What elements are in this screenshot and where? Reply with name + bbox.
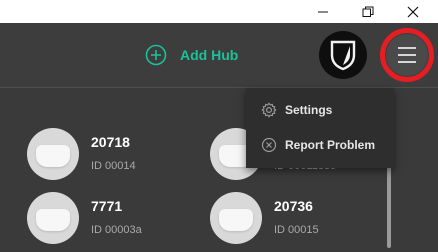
hub-id: ID 00015 [274, 224, 319, 236]
close-icon [407, 6, 419, 17]
hub-name: 20736 [274, 198, 313, 214]
close-button[interactable] [393, 0, 433, 23]
hub-device-icon [36, 145, 70, 167]
hub-item[interactable]: 20736 ID 00015 [210, 192, 360, 244]
circle-x-icon [261, 137, 277, 153]
menu-item-settings[interactable]: Settings [246, 93, 394, 127]
hamburger-menu-button[interactable] [386, 34, 428, 76]
hub-id: ID 00003a [91, 224, 142, 236]
hub-device-icon [36, 209, 70, 231]
menu-item-report-problem[interactable]: Report Problem [246, 128, 394, 162]
hub-item[interactable]: 20718 ID 00014 [27, 128, 177, 180]
account-shield-button[interactable] [319, 31, 367, 79]
hub-avatar [27, 128, 79, 180]
add-hub-button[interactable]: Add Hub [145, 43, 238, 67]
add-hub-label: Add Hub [180, 47, 239, 63]
minimize-icon [318, 11, 328, 12]
hub-name: 20718 [91, 134, 130, 150]
menu-item-label: Settings [285, 103, 333, 117]
menu-item-label: Report Problem [285, 138, 376, 152]
window-titlebar [0, 0, 438, 23]
hamburger-icon [398, 47, 416, 49]
hamburger-icon-bar [398, 61, 416, 63]
header-dropdown-menu: Settings Report Problem [246, 88, 394, 168]
hub-avatar [27, 192, 79, 244]
hub-device-icon [219, 209, 253, 231]
app-header: Add Hub [0, 23, 438, 88]
hub-item[interactable]: 7771 ID 00003a [27, 192, 177, 244]
shield-logo-icon [330, 40, 356, 71]
plus-circle-icon [145, 44, 167, 66]
minimize-button[interactable] [303, 0, 343, 23]
gear-icon [261, 102, 277, 118]
hamburger-icon-bar [398, 54, 416, 56]
hub-name: 7771 [91, 198, 123, 214]
hub-avatar [210, 192, 262, 244]
restore-button[interactable] [348, 0, 388, 23]
hub-id: ID 00014 [91, 160, 136, 172]
restore-icon [362, 6, 374, 17]
